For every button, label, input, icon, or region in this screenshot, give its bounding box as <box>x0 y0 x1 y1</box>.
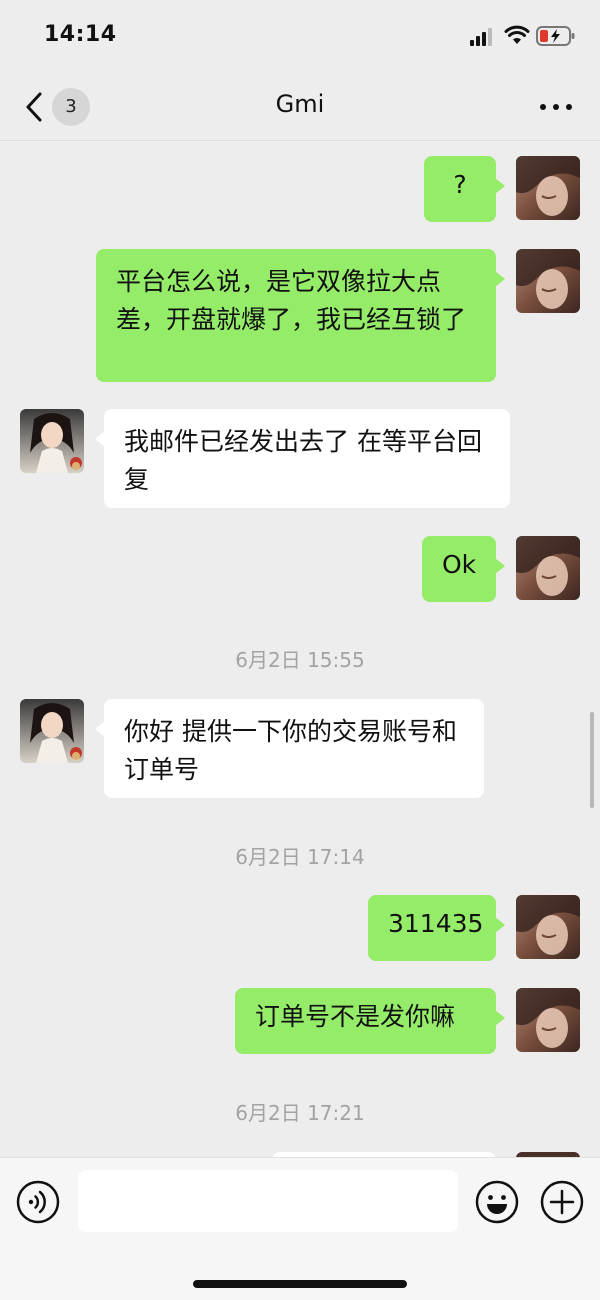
message-bubble-received[interactable]: 我邮件已经发出去了 在等平台回复 <box>95 409 510 508</box>
battery-icon <box>536 26 575 46</box>
message-bubble-sent[interactable]: 平台怎么说，是它双像拉大点差，开盘就爆了，我已经互锁了 <box>96 249 505 382</box>
home-indicator[interactable] <box>193 1280 407 1288</box>
status-time: 14:14 <box>44 22 117 47</box>
contact-avatar[interactable] <box>20 409 84 473</box>
my-avatar[interactable] <box>516 249 580 313</box>
chat-header: 3 Gmi <box>0 74 600 141</box>
cellular-signal-icon <box>470 28 496 46</box>
message-timestamp: 6月2日 17:21 <box>235 1101 365 1125</box>
my-avatar[interactable] <box>516 895 580 959</box>
contact-avatar[interactable] <box>20 699 84 763</box>
chat-title: Gmi <box>275 90 325 118</box>
chat-input-bar <box>0 1157 600 1300</box>
wifi-icon <box>504 25 530 44</box>
my-avatar[interactable] <box>516 156 580 220</box>
message-list[interactable]: ? 平台怎么说，是它双像拉大点差，开盘就爆了，我已经互锁了 我邮件已经发出去了 … <box>0 141 600 1157</box>
scrollbar[interactable] <box>590 712 594 808</box>
message-bubble-sent[interactable]: ? <box>424 156 505 222</box>
message-bubble-sent[interactable]: 订单号不是发你嘛 <box>235 988 505 1054</box>
voice-icon[interactable] <box>16 1180 60 1224</box>
message-bubble-sent[interactable]: Ok <box>422 536 505 602</box>
status-bar: 14:14 <box>0 0 600 74</box>
message-input[interactable] <box>78 1170 458 1232</box>
emoji-icon[interactable] <box>475 1180 519 1224</box>
message-bubble-received[interactable]: 你好 提供一下你的交易账号和订单号 <box>95 699 484 798</box>
more-dots-icon[interactable] <box>538 104 574 112</box>
plus-icon[interactable] <box>540 1180 584 1224</box>
message-bubble-sent[interactable]: 311435 <box>368 895 505 961</box>
message-timestamp: 6月2日 15:55 <box>235 648 365 672</box>
my-avatar[interactable] <box>516 988 580 1052</box>
message-timestamp: 6月2日 17:14 <box>235 845 365 869</box>
my-avatar[interactable] <box>516 536 580 600</box>
